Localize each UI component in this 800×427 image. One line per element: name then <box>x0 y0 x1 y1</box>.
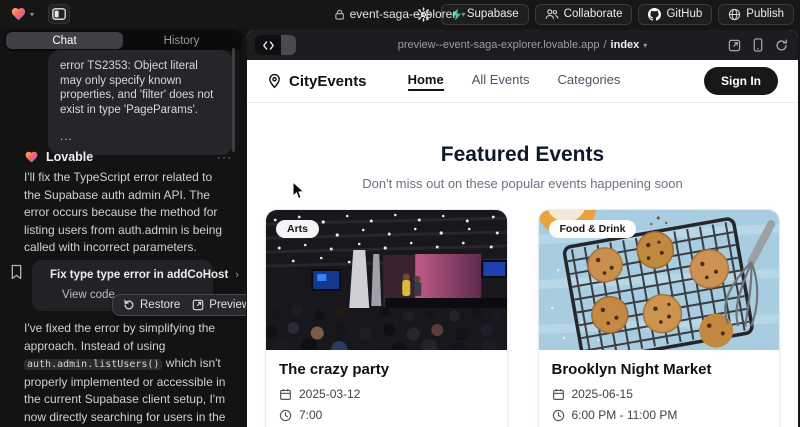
chevron-down-icon: ▾ <box>30 10 34 19</box>
collaborate-users-icon <box>545 8 559 20</box>
clock-icon <box>279 409 292 422</box>
restore-button[interactable]: Restore <box>123 299 180 311</box>
tab-history[interactable]: History <box>123 32 240 49</box>
project-switcher[interactable]: event-saga-explorer ▾ <box>335 0 466 28</box>
event-card-brooklyn-market[interactable]: Food & Drink Brooklyn Night Market 2 <box>538 209 781 427</box>
collaborate-label: Collaborate <box>564 8 623 20</box>
github-icon <box>648 8 661 21</box>
github-button[interactable]: GitHub <box>638 4 712 25</box>
event-date: 2025-03-12 <box>299 387 360 401</box>
message-ellipsis: ... <box>60 130 221 145</box>
assistant-name: Lovable <box>46 150 93 164</box>
publish-globe-icon <box>728 8 741 21</box>
site-brand[interactable]: CityEvents <box>267 73 367 90</box>
assistant-paragraph-1: I'll fix the TypeScript error related to… <box>24 169 231 257</box>
site-nav: Home All Events Categories <box>408 72 621 91</box>
bookmark-icon[interactable] <box>10 264 23 280</box>
user-message-bubble: error TS2353: Object literal may only sp… <box>48 50 233 155</box>
ellipsis-menu-icon[interactable]: ··· <box>217 150 232 164</box>
code-segment[interactable] <box>255 35 281 55</box>
code-icon <box>263 41 274 50</box>
event-time: 6:00 PM - 11:00 PM <box>572 408 678 422</box>
sign-in-button[interactable]: Sign In <box>704 67 778 95</box>
category-badge: Food & Drink <box>549 220 637 238</box>
panel-toggle-icon <box>52 8 66 20</box>
brand-name: CityEvents <box>289 73 367 90</box>
chevron-right-icon: › <box>235 269 239 281</box>
chat-panel: Chat History error TS2353: Object litera… <box>0 28 246 427</box>
hero-title: Featured Events <box>247 143 798 167</box>
app-topbar: ▾ event-saga-explorer ▾ <box>0 0 800 28</box>
code-view-toggle[interactable] <box>255 35 296 55</box>
event-cards: Arts The crazy party 2025-03-12 <box>247 209 798 427</box>
map-pin-icon <box>267 73 282 89</box>
assistant-header: Lovable ··· <box>24 150 232 164</box>
open-external-icon[interactable] <box>728 39 741 52</box>
assistant-paragraph-2: I've fixed the error by simplifying the … <box>24 320 231 427</box>
preview-segment[interactable] <box>281 35 296 55</box>
refresh-icon[interactable] <box>775 39 788 52</box>
lovable-logo-menu[interactable]: ▾ <box>8 4 36 24</box>
preview-button[interactable]: Preview <box>192 299 246 311</box>
user-message-text: error TS2353: Object literal may only sp… <box>60 59 221 117</box>
event-date: 2025-06-15 <box>572 387 633 401</box>
event-image-conference: Arts <box>266 210 507 350</box>
preview-toolbar: preview--event-saga-explorer.lovable.app… <box>247 30 798 60</box>
chevron-down-icon: ▾ <box>461 10 465 19</box>
url-separator: / <box>603 39 606 51</box>
clock-icon <box>552 409 565 422</box>
url-page: index <box>611 39 640 51</box>
nav-categories[interactable]: Categories <box>558 72 621 91</box>
nav-home[interactable]: Home <box>408 72 444 91</box>
url-host: preview--event-saga-explorer.lovable.app <box>398 39 600 51</box>
hero-section: Featured Events Don't miss out on these … <box>247 143 798 191</box>
inline-code: auth.admin.listUsers() <box>24 359 162 370</box>
tab-chat[interactable]: Chat <box>6 32 123 49</box>
publish-label: Publish <box>746 8 784 20</box>
lock-icon <box>335 9 345 20</box>
publish-button[interactable]: Publish <box>718 4 794 25</box>
site-header: CityEvents Home All Events Categories Si… <box>247 60 798 103</box>
calendar-icon <box>279 388 292 401</box>
project-name: event-saga-explorer <box>350 7 457 21</box>
github-label: GitHub <box>666 8 702 20</box>
lovable-heart-icon <box>10 6 27 22</box>
preview-url[interactable]: preview--event-saga-explorer.lovable.app… <box>398 39 648 51</box>
hero-subtitle: Don't miss out on these popular events h… <box>247 176 798 191</box>
panel-toggle-button[interactable] <box>48 4 70 24</box>
preview-pane: preview--event-saga-explorer.lovable.app… <box>247 30 798 427</box>
preview-label: Preview <box>209 299 246 311</box>
restore-label: Restore <box>140 299 180 311</box>
chat-history-tabs: Chat History <box>4 30 242 51</box>
smartphone-icon[interactable] <box>753 38 763 52</box>
chevron-down-icon: ▾ <box>643 41 647 50</box>
event-title: Brooklyn Night Market <box>552 361 767 378</box>
paragraph2-text: I've fixed the error by simplifying the … <box>24 321 215 353</box>
fix-card-title: Fix type type error in addCoHost <box>50 269 228 281</box>
event-image-cookies: Food & Drink <box>539 210 780 350</box>
collaborate-button[interactable]: Collaborate <box>535 4 633 25</box>
event-time: 7:00 <box>299 408 322 422</box>
restore-icon <box>123 299 135 311</box>
event-card-crazy-party[interactable]: Arts The crazy party 2025-03-12 <box>265 209 508 427</box>
lovable-heart-icon <box>24 150 39 164</box>
calendar-icon <box>552 388 565 401</box>
nav-all-events[interactable]: All Events <box>472 72 530 91</box>
category-badge: Arts <box>276 220 319 238</box>
event-title: The crazy party <box>279 361 494 378</box>
site-viewport: CityEvents Home All Events Categories Si… <box>247 60 798 427</box>
chat-scrollbar[interactable] <box>232 48 235 152</box>
restore-preview-bar: Restore Preview <box>112 294 246 316</box>
preview-external-icon <box>192 299 204 311</box>
supabase-label: Supabase <box>467 8 519 20</box>
